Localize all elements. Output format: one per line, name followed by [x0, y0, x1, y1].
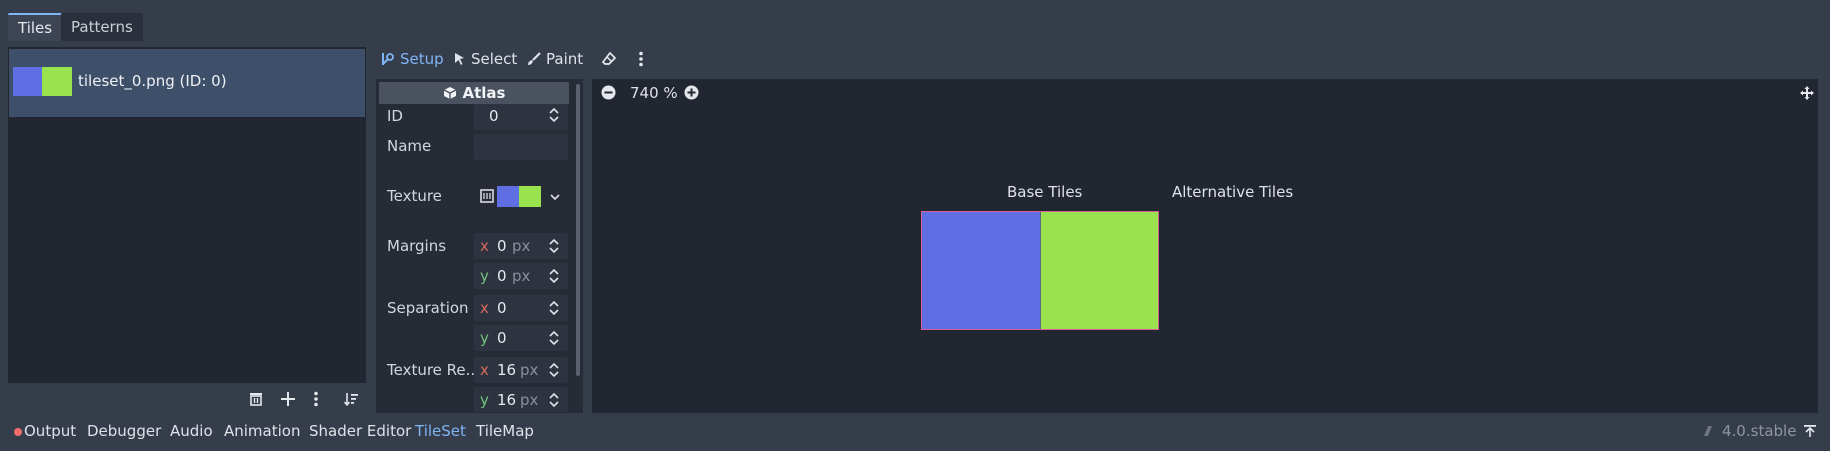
spinner-icon[interactable] [549, 301, 559, 315]
spinner-icon[interactable] [549, 363, 559, 377]
tab-tilemap[interactable]: TileMap [476, 422, 534, 440]
alternative-tiles-label: Alternative Tiles [1172, 183, 1294, 201]
error-indicator-dot [14, 428, 22, 436]
margins-y-value: 0 [497, 267, 507, 285]
margins-label: Margins [387, 237, 447, 255]
sort-icon[interactable] [343, 391, 359, 407]
select-tool-button[interactable]: Select [454, 46, 517, 72]
pan-move-icon[interactable] [1799, 85, 1815, 101]
tab-patterns[interactable]: Patterns [61, 13, 143, 41]
axis-x-label: x [480, 361, 489, 379]
chevron-down-icon[interactable] [550, 193, 560, 201]
inspector-scrollbar[interactable] [576, 84, 580, 376]
atlas-texture[interactable] [921, 211, 1159, 330]
tile-blue[interactable] [922, 212, 1041, 329]
id-value: 0 [489, 107, 499, 125]
texture-region-y-value: 16 [497, 391, 517, 409]
select-label: Select [471, 50, 518, 68]
id-label: ID [387, 107, 403, 125]
zoom-in-icon[interactable] [684, 85, 699, 100]
wrench-icon [382, 53, 394, 65]
texture-green-tile [519, 186, 541, 207]
tab-output[interactable]: Output [24, 422, 76, 440]
tab-debugger[interactable]: Debugger [87, 422, 161, 440]
eraser-icon[interactable] [601, 51, 617, 67]
axis-x-label: x [480, 299, 489, 317]
atlas-header: Atlas [379, 82, 569, 104]
expand-panel-icon[interactable] [1803, 424, 1817, 438]
atlas-viewport[interactable] [592, 79, 1818, 413]
texture-label: Texture [387, 187, 442, 205]
update-spinner-icon[interactable] [1702, 424, 1714, 438]
spinner-icon[interactable] [549, 393, 559, 407]
source-label: tileset_0.png (ID: 0) [78, 72, 227, 90]
brush-icon [528, 52, 541, 65]
add-source-button[interactable] [280, 391, 296, 407]
texture-resource-icon [480, 188, 494, 204]
margins-x-value: 0 [497, 237, 507, 255]
thumb-green-tile [42, 67, 72, 96]
name-label: Name [387, 137, 432, 155]
atlas-header-label: Atlas [462, 84, 506, 102]
axis-y-label: y [480, 329, 489, 347]
axis-y-label: y [480, 391, 489, 409]
paint-tool-button[interactable]: Paint [527, 46, 583, 72]
separation-label: Separation [387, 299, 469, 317]
cursor-icon [455, 53, 464, 65]
separation-y-value: 0 [497, 329, 507, 347]
tab-tiles[interactable]: Tiles [8, 13, 63, 41]
thumb-blue-tile [13, 67, 42, 96]
separation-x-value: 0 [497, 299, 507, 317]
texture-blue-tile [497, 186, 519, 207]
tile-green[interactable] [1040, 212, 1158, 329]
texture-region-label: Texture Re... [387, 361, 480, 379]
source-thumbnail [13, 67, 72, 96]
spinner-icon[interactable] [549, 269, 559, 283]
setup-label: Setup [400, 50, 444, 68]
texture-region-x-value: 16 [497, 361, 517, 379]
cube-icon [443, 87, 456, 99]
tab-animation[interactable]: Animation [224, 422, 300, 440]
unit-label: px [512, 237, 531, 255]
spinner-icon[interactable] [549, 239, 559, 253]
unit-label: px [512, 267, 531, 285]
unit-label: px [520, 361, 539, 379]
trash-icon[interactable] [248, 391, 264, 407]
tab-audio[interactable]: Audio [170, 422, 213, 440]
setup-tool-button[interactable]: Setup [381, 46, 444, 72]
kebab-menu-icon[interactable] [638, 51, 644, 67]
plus-icon [281, 392, 295, 406]
spinner-icon[interactable] [549, 108, 559, 122]
unit-label: px [520, 391, 539, 409]
name-field[interactable] [474, 134, 568, 160]
kebab-menu-icon[interactable] [313, 391, 319, 407]
texture-preview[interactable] [497, 186, 541, 207]
bottom-panel-bar: Output Debugger Audio Animation Shader E… [0, 417, 1830, 451]
spinner-icon[interactable] [549, 331, 559, 345]
axis-x-label: x [480, 237, 489, 255]
tab-tileset[interactable]: TileSet [415, 422, 466, 440]
version-label: 4.0.stable [1722, 422, 1797, 440]
tab-shader-editor[interactable]: Shader Editor [309, 422, 411, 440]
zoom-level[interactable]: 740 % [630, 84, 678, 102]
zoom-out-icon[interactable] [601, 85, 616, 100]
paint-label: Paint [546, 50, 584, 68]
base-tiles-label: Base Tiles [1007, 183, 1083, 201]
axis-y-label: y [480, 267, 489, 285]
